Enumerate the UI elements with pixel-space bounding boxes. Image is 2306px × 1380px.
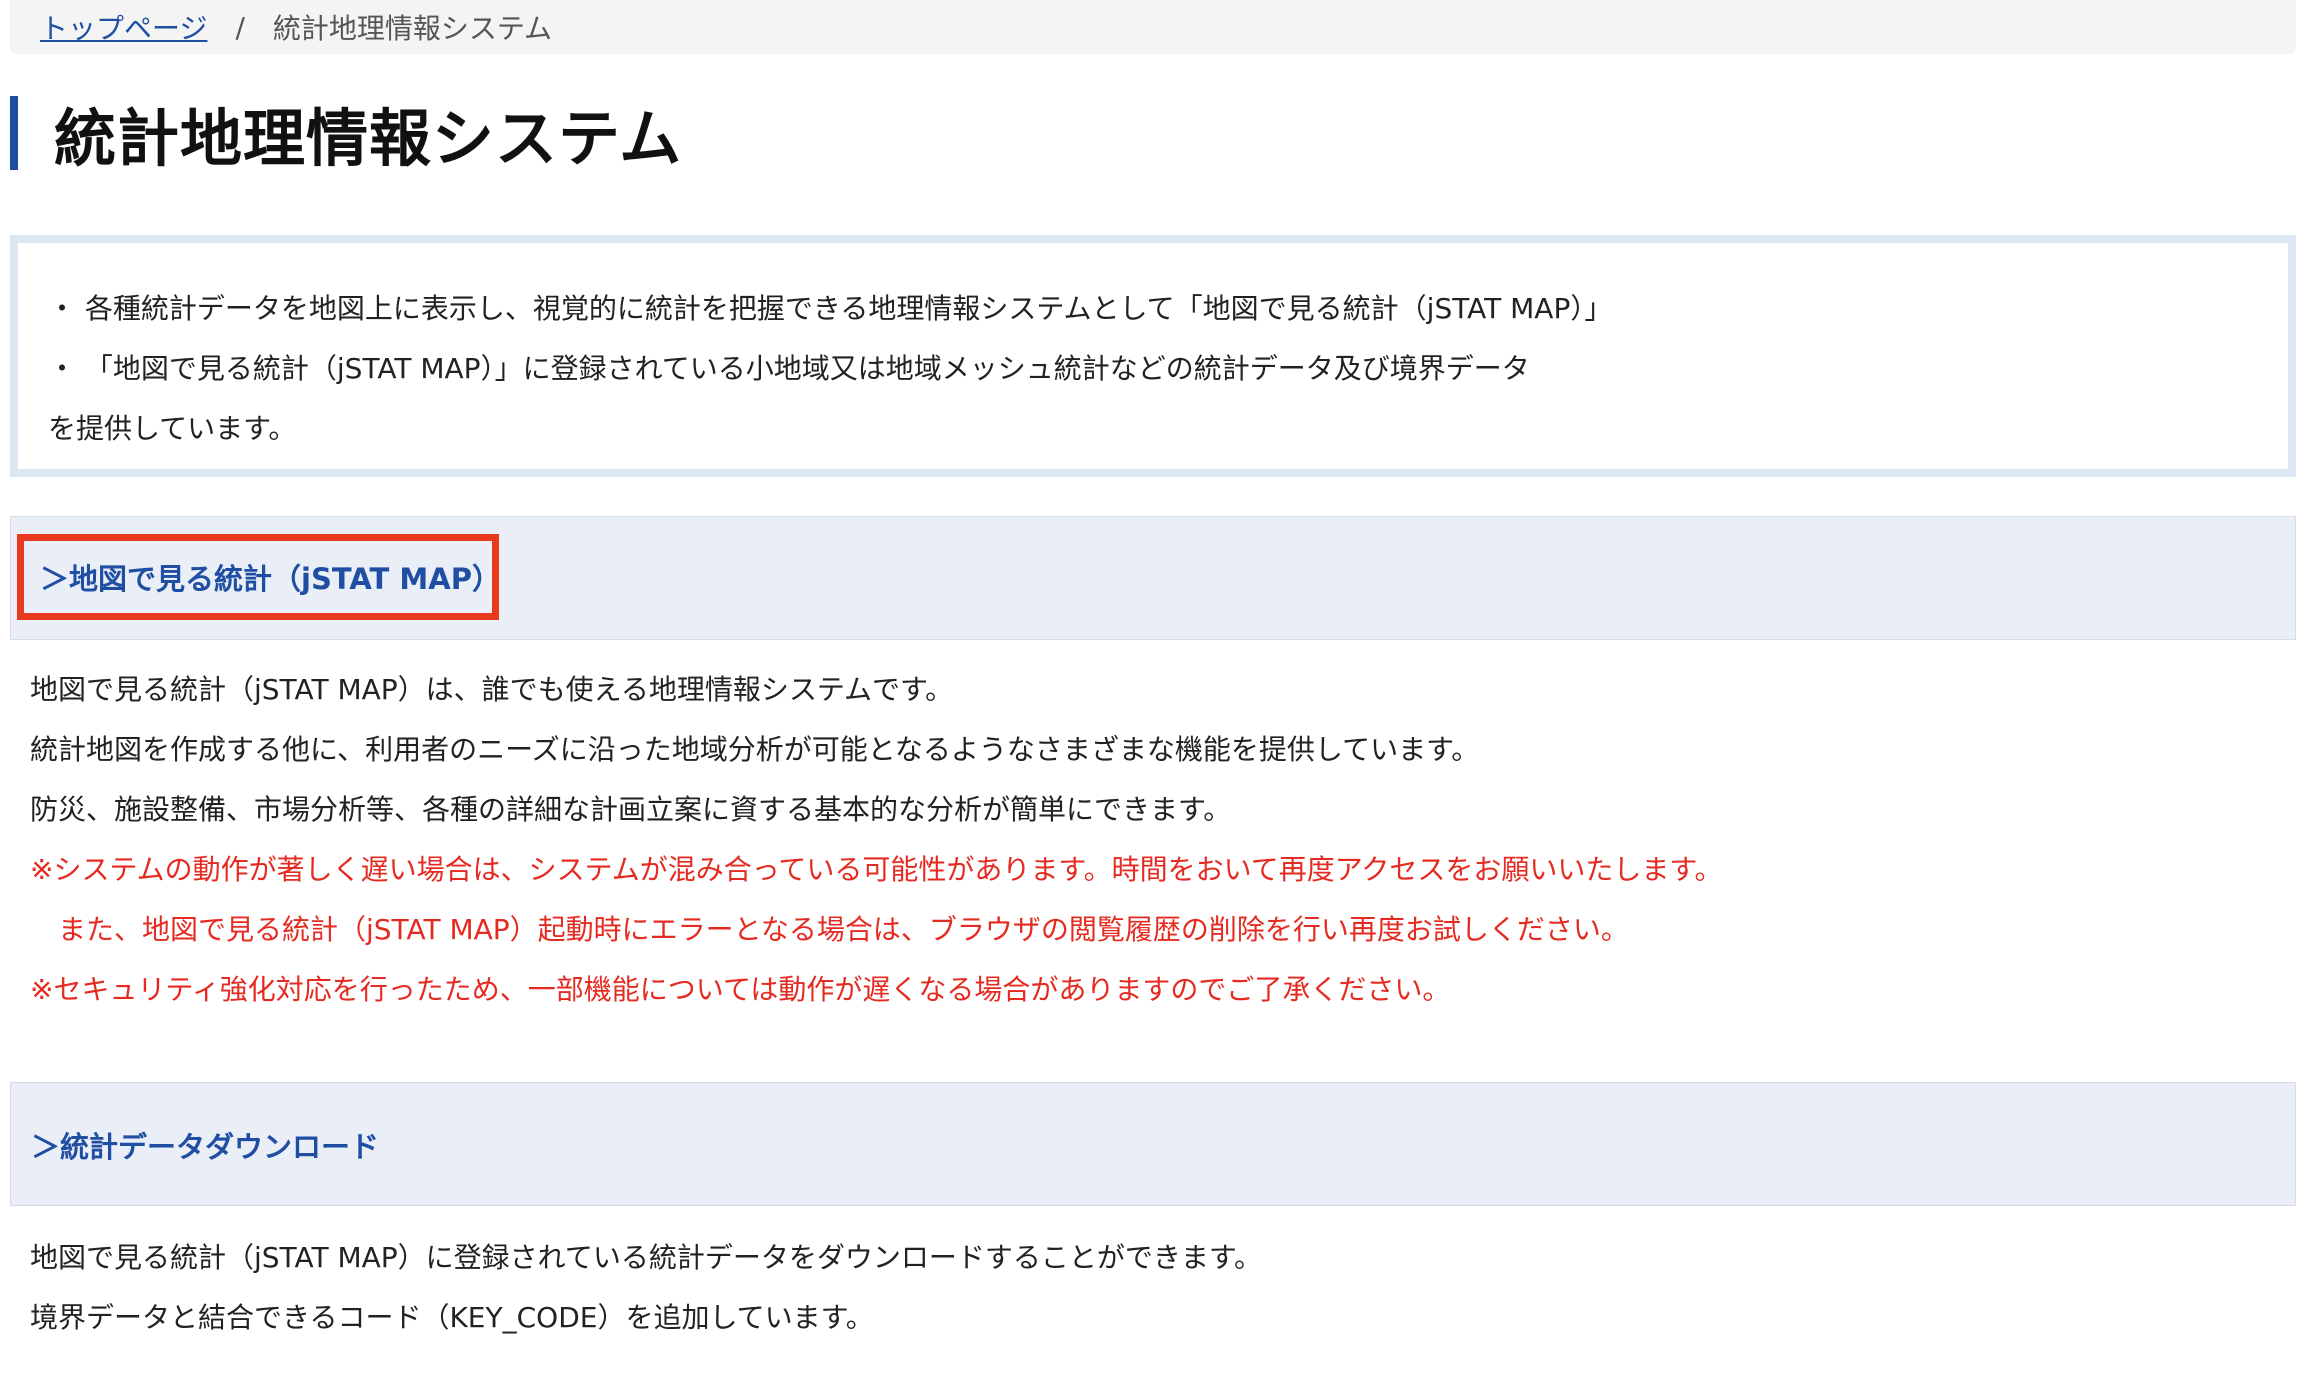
intro-line: ・ 各種統計データを地図上に表示し、視覚的に統計を把握できる地理情報システムとし… bbox=[48, 292, 1613, 325]
title-accent-bar bbox=[10, 96, 18, 170]
intro-line: ・ 「地図で見る統計（jSTAT MAP）」に登録されている小地域又は地域メッシ… bbox=[48, 352, 1530, 385]
breadcrumb-separator: / bbox=[235, 10, 245, 44]
jstat-map-description: 地図で見る統計（jSTAT MAP）は、誰でも使える地理情報システムです。 統計… bbox=[30, 660, 1723, 1020]
paragraph: 統計地図を作成する他に、利用者のニーズに沿った地域分析が可能となるようなさまざま… bbox=[30, 733, 1480, 766]
data-download-description: 地図で見る統計（jSTAT MAP）に登録されている統計データをダウンロードする… bbox=[30, 1228, 1262, 1348]
section-header-data-download: ＞統計データダウンロード bbox=[10, 1082, 2296, 1206]
intro-line: を提供しています。 bbox=[48, 412, 297, 445]
breadcrumb-current: 統計地理情報システム bbox=[272, 12, 553, 45]
page-title-block: 統計地理情報システム bbox=[10, 96, 682, 175]
notice-text: ※セキュリティ強化対応を行ったため、一部機能については動作が遅くなる場合がありま… bbox=[30, 973, 1451, 1006]
paragraph: 境界データと結合できるコード（KEY_CODE）を追加しています。 bbox=[30, 1301, 874, 1334]
jstat-map-link[interactable]: ＞地図で見る統計（jSTAT MAP） bbox=[17, 534, 501, 620]
paragraph: 地図で見る統計（jSTAT MAP）は、誰でも使える地理情報システムです。 bbox=[30, 673, 954, 706]
section-header-jstat-map: ＞地図で見る統計（jSTAT MAP） bbox=[10, 516, 2296, 640]
paragraph: 防災、施設整備、市場分析等、各種の詳細な計画立案に資する基本的な分析が簡単にでき… bbox=[30, 793, 1232, 826]
data-download-link[interactable]: ＞統計データダウンロード bbox=[31, 1083, 379, 1207]
intro-box: ・ 各種統計データを地図上に表示し、視覚的に統計を把握できる地理情報システムとし… bbox=[10, 235, 2296, 477]
page-title: 統計地理情報システム bbox=[54, 102, 683, 175]
breadcrumb: トップページ / 統計地理情報システム bbox=[10, 0, 2296, 54]
notice-text: また、地図で見る統計（jSTAT MAP）起動時にエラーとなる場合は、ブラウザの… bbox=[58, 913, 1629, 946]
notice-text: ※システムの動作が著しく遅い場合は、システムが混み合っている可能性があります。時… bbox=[30, 853, 1723, 886]
page: トップページ / 統計地理情報システム 統計地理情報システム ・ 各種統計データ… bbox=[0, 0, 2306, 1380]
paragraph: 地図で見る統計（jSTAT MAP）に登録されている統計データをダウンロードする… bbox=[30, 1241, 1263, 1274]
breadcrumb-home-link[interactable]: トップページ bbox=[40, 7, 207, 47]
